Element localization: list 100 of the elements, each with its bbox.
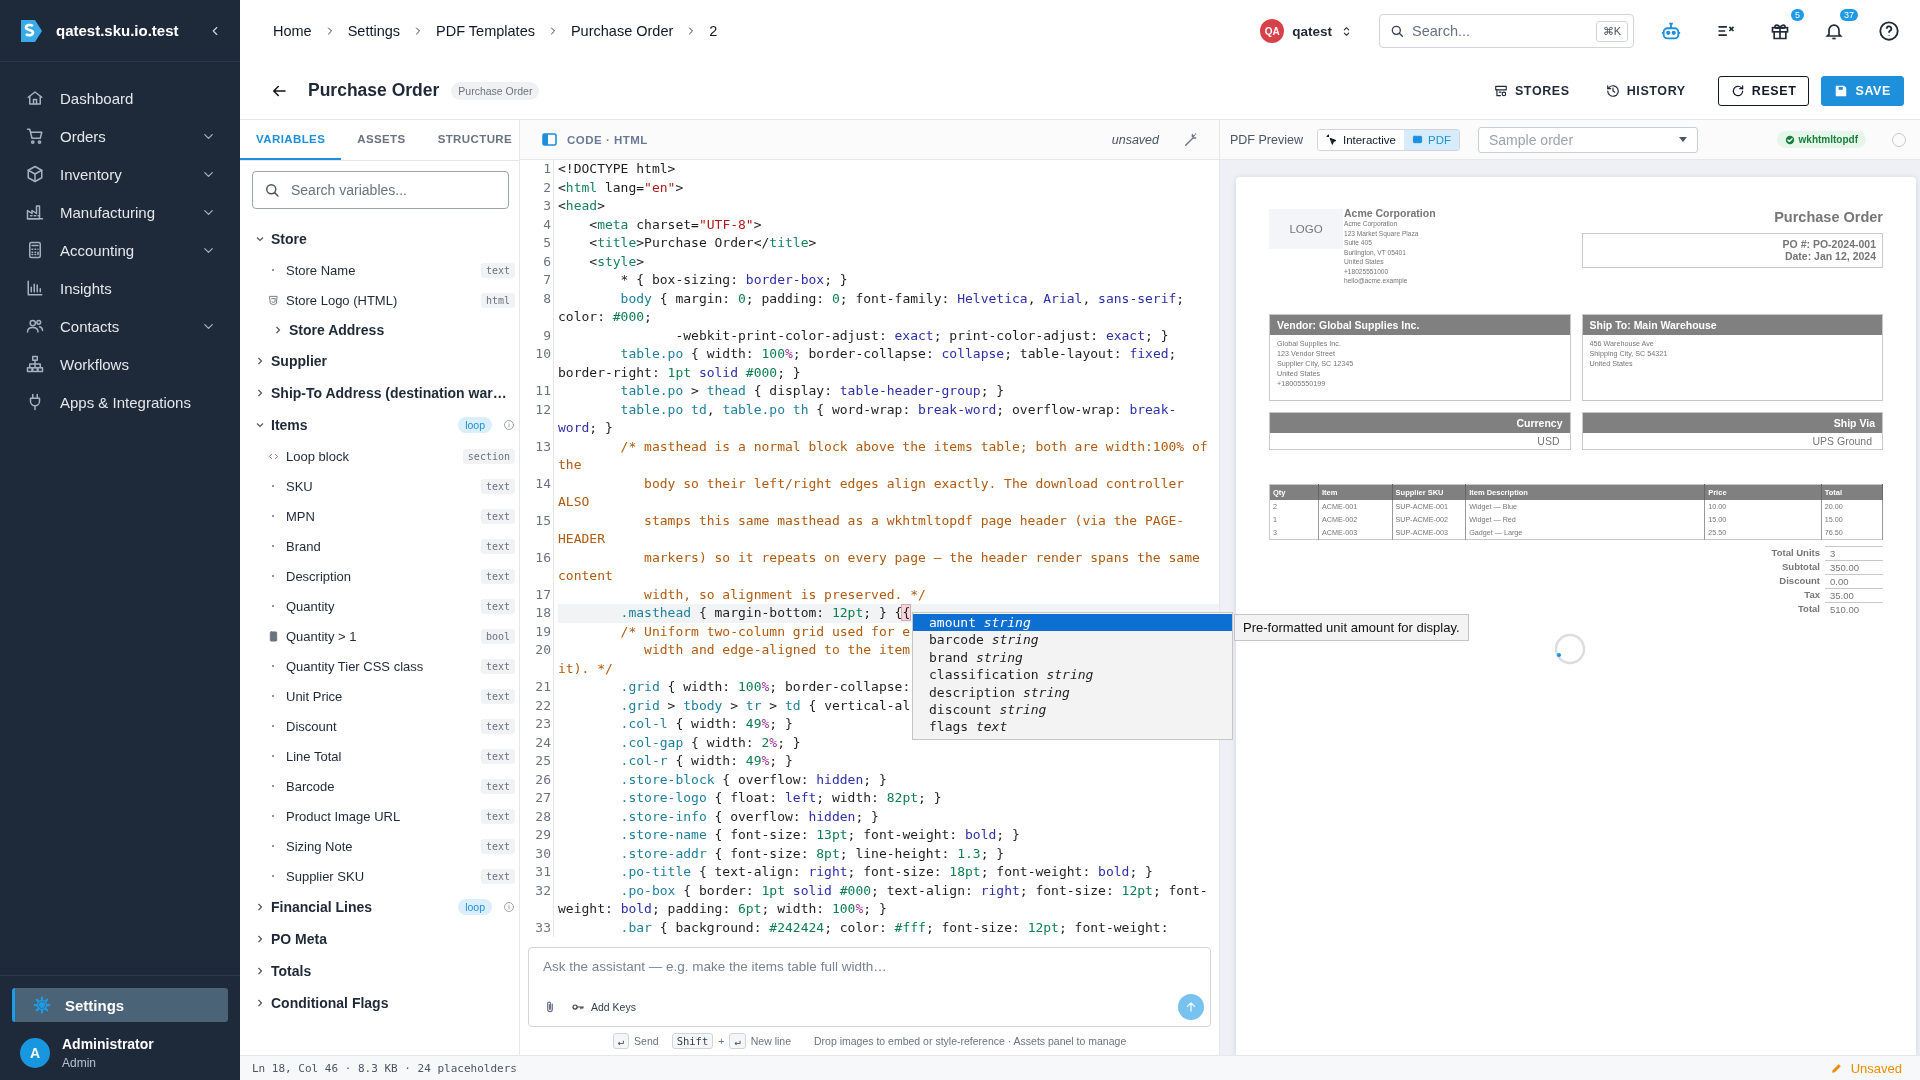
nav-item[interactable]: Contacts: [0, 307, 240, 345]
code-line: border-right: 1pt solid #000; }: [558, 363, 801, 382]
hint-label: Send: [634, 1035, 659, 1047]
line-number: 22: [534, 696, 552, 715]
magic-wand-icon[interactable]: [1183, 131, 1199, 148]
nav-item[interactable]: Manufacturing: [0, 193, 240, 231]
code-line: body so their left/right edges align exactly. The download controller: [643, 474, 1185, 493]
variable-item[interactable]: Supplier SKU text: [254, 861, 515, 891]
nav-item[interactable]: Settings: [12, 988, 228, 1022]
settings-icon: [33, 996, 51, 1014]
variable-group[interactable]: Conditional Flags: [254, 987, 515, 1019]
variable-item[interactable]: SKU text: [254, 471, 515, 501]
save-icon: [1834, 83, 1849, 98]
line-number: 9: [542, 326, 552, 345]
code-line: table.po td, table.po th { word-wrap: break-word; overflow-wrap: break-: [619, 400, 1177, 419]
hint-note: Drop images to embed or style-reference · Assets panel to manage: [814, 1035, 1127, 1047]
breadcrumb-link[interactable]: Purchase Order: [570, 23, 674, 39]
variable-search-field[interactable]: Search variables...: [252, 171, 509, 209]
nav-item[interactable]: Dashboard: [0, 79, 240, 117]
code-line: .store-block { overflow: hidden; }: [619, 770, 887, 789]
variable-group[interactable]: Items loop: [254, 409, 515, 441]
autocomplete-option[interactable]: brand string: [913, 648, 1232, 667]
nav-item[interactable]: Inventory: [0, 155, 240, 193]
variable-item[interactable]: Unit Price text: [254, 681, 515, 711]
breadcrumb-link[interactable]: 2: [709, 23, 718, 39]
field-label: Currency: [1270, 412, 1570, 433]
line-number: 33: [534, 918, 552, 937]
type-tag: text: [480, 262, 515, 278]
company-name: Acme Corporation: [1344, 207, 1436, 219]
line-number: 10: [534, 345, 552, 363]
variable-group[interactable]: Ship-To Address (destination war…: [254, 377, 515, 409]
key-hint: ↵: [729, 1033, 746, 1049]
account-name[interactable]: qatest: [1292, 23, 1332, 39]
unsaved-indicator: Unsaved: [1829, 1060, 1902, 1076]
panel-toggle-icon[interactable]: [542, 133, 557, 146]
variable-item[interactable]: Line Total text: [254, 741, 515, 771]
history-button[interactable]: HISTORY: [1593, 75, 1698, 106]
variable-group[interactable]: Supplier: [254, 345, 515, 377]
nav-item[interactable]: Accounting: [0, 231, 240, 269]
arrow-up-icon: [1184, 1000, 1198, 1014]
breadcrumb-link[interactable]: PDF Templates: [436, 23, 535, 39]
save-button[interactable]: SAVE: [1821, 75, 1904, 106]
add-keys-button[interactable]: Add Keys: [571, 1000, 636, 1014]
template-type-tag: Purchase Order: [451, 81, 540, 100]
variable-item[interactable]: Quantity > 1 bool: [254, 621, 515, 651]
variable-group[interactable]: Financial Lines loop: [254, 891, 515, 923]
code-line: .grid { width: 100%; border-collapse:: [619, 678, 911, 696]
variable-item[interactable]: Quantity text: [254, 591, 515, 621]
panel-tab[interactable]: VARIABLES: [240, 120, 342, 160]
account-avatar[interactable]: QA: [1260, 19, 1285, 43]
nav-item[interactable]: Workflows: [0, 345, 240, 383]
variable-item[interactable]: Description text: [254, 561, 515, 591]
autocomplete-option[interactable]: classification string: [913, 666, 1232, 684]
line-number: 15: [534, 511, 552, 530]
assistant-box[interactable]: Ask the assistant — e.g. make the items table full width… Add Keys: [528, 947, 1211, 1027]
code-line: .col-l { width: 49%; }: [619, 715, 793, 733]
caret-icon: [1679, 137, 1687, 142]
autocomplete-option[interactable]: flags text: [913, 718, 1232, 736]
info-icon: [503, 419, 515, 431]
variable-item[interactable]: Product Image URL text: [254, 801, 515, 831]
variable-group[interactable]: PO Meta: [254, 923, 515, 955]
variable-group[interactable]: Store Address: [254, 315, 515, 345]
panel-tab[interactable]: ASSETS: [341, 120, 422, 160]
autocomplete-option[interactable]: amount string: [913, 614, 1232, 632]
line-number: 30: [534, 844, 552, 863]
variable-item[interactable]: Loop block section: [254, 441, 515, 471]
variable-item[interactable]: Store Name text: [254, 255, 515, 285]
variable-group[interactable]: Totals: [254, 955, 515, 987]
nav-item[interactable]: Orders: [0, 117, 240, 155]
type-tag: text: [480, 838, 515, 854]
line-number: 19: [534, 622, 552, 641]
code-line: the: [558, 456, 582, 474]
nav-item[interactable]: Insights: [0, 269, 240, 307]
breadcrumb-link[interactable]: Settings: [347, 23, 401, 39]
variable-item[interactable]: Brand text: [254, 531, 515, 561]
variable-item[interactable]: Store Logo (HTML) html: [254, 285, 515, 315]
mode-toggle[interactable]: Interactive: [1317, 129, 1404, 150]
store-icon: [1493, 83, 1508, 98]
variable-item[interactable]: Sizing Note text: [254, 831, 515, 861]
nav-item[interactable]: Apps & Integrations: [0, 383, 240, 421]
autocomplete-option[interactable]: discount string: [913, 700, 1232, 719]
variable-item[interactable]: MPN text: [254, 501, 515, 531]
variable-item[interactable]: Quantity Tier CSS class text: [254, 651, 515, 681]
variable-group[interactable]: Store: [254, 223, 515, 255]
breadcrumb-link[interactable]: Home: [273, 23, 312, 39]
autocomplete-option[interactable]: barcode string: [913, 631, 1232, 649]
reset-button[interactable]: RESET: [1717, 75, 1810, 106]
line-number: 3: [542, 197, 552, 215]
variable-item[interactable]: Barcode text: [254, 771, 515, 801]
line-number: 1: [542, 160, 552, 178]
code-line: .col-gap { width: 2%; }: [619, 733, 801, 752]
autocomplete-option[interactable]: description string: [913, 683, 1232, 701]
variable-item[interactable]: Discount text: [254, 711, 515, 741]
panel-tab[interactable]: STRUCTURE: [421, 120, 519, 160]
field-label: Ship Via: [1582, 412, 1882, 433]
store-button[interactable]: STORES: [1481, 75, 1582, 106]
users-icon: [26, 317, 44, 335]
factory-icon: [26, 203, 44, 221]
total-label: Tax: [1803, 587, 1820, 602]
code-line: markers) so it repeats on every page — the header render spans the same: [643, 548, 1200, 567]
